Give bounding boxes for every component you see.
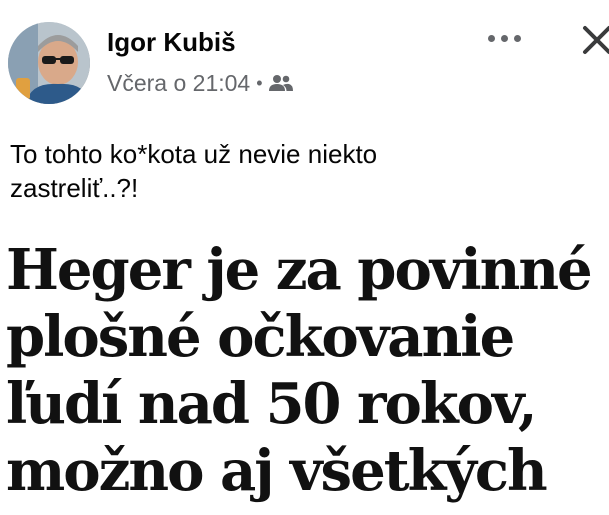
avatar-photo [8, 22, 90, 104]
meta-separator: • [256, 73, 263, 93]
author-name[interactable]: Igor Kubiš [107, 26, 236, 58]
post-text: To tohto ko*kota už nevie niekto zastrel… [10, 137, 600, 205]
more-options-icon[interactable] [481, 22, 527, 54]
post-meta: Včera o 21:04 • [107, 69, 293, 97]
headline-line: Heger je za povinné [6, 237, 593, 303]
close-icon[interactable] [575, 18, 609, 58]
headline-line: ľudí nad 50 rokov, [6, 371, 537, 437]
timestamp[interactable]: Včera o 21:04 [107, 70, 250, 97]
headline-line: plošné očkovanie [6, 304, 515, 370]
post-text-line: To tohto ko*kota už nevie niekto [10, 139, 378, 169]
friends-icon [268, 74, 293, 92]
facebook-post: Igor Kubiš Včera o 21:04 • To tohto ko*k… [0, 0, 609, 515]
headline-line: možno aj všetkých [6, 438, 548, 504]
post-text-line: zastreliť..?! [10, 173, 139, 203]
shared-image-headline[interactable]: Heger je za povinné plošné očkovanie ľud… [6, 237, 609, 505]
avatar[interactable] [8, 22, 90, 104]
